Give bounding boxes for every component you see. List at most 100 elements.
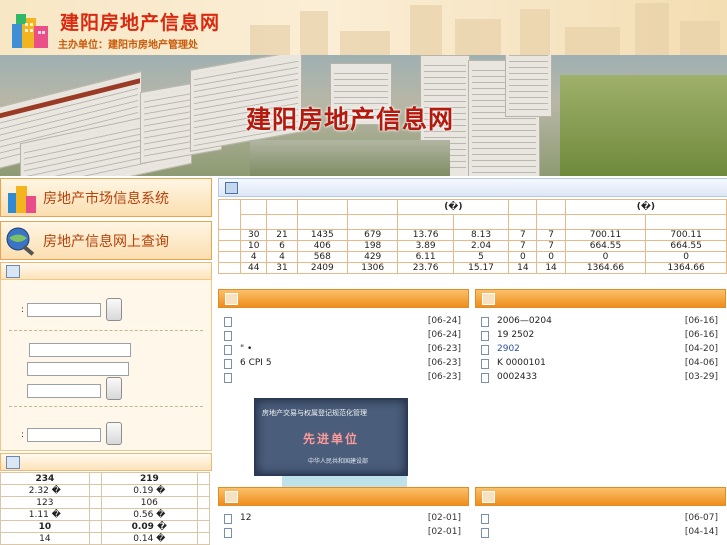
search-colon: : <box>21 305 25 315</box>
stats-value-cell: 429 <box>346 251 399 263</box>
sales-stats-table: (�) (�) 30 21 1435 679 13.76 8.13 7 7 700.11 700.… <box>217 199 727 274</box>
stats-panel-icon <box>6 456 20 469</box>
news-item[interactable]: [06-24] <box>218 329 467 342</box>
news-title[interactable]: 2006—0204 <box>497 316 552 326</box>
news-title[interactable]: 6 CPI 5 <box>240 358 272 368</box>
stats-data-row: 4 4 568 429 6.11 5 0 0 0 0 <box>217 251 727 263</box>
news-date: [06-23] <box>427 358 461 368</box>
stats-value-cell: 13.76 <box>397 229 454 241</box>
stats-value-cell: 7 <box>536 229 566 241</box>
search-panel-header <box>0 262 212 280</box>
stats-value-cell: 700.11 <box>645 229 727 241</box>
news-title[interactable]: " • <box>240 344 252 354</box>
stats-cell: 1.11 � <box>0 508 90 521</box>
stats-cell: 106 <box>100 496 199 509</box>
news-item[interactable]: [06-07] <box>475 512 724 525</box>
stats-value-cell: 1364.66 <box>645 262 727 274</box>
news-date: [06-07] <box>684 513 718 523</box>
news-icon <box>225 293 238 305</box>
document-icon <box>224 373 232 383</box>
stats-value-cell: 5 <box>452 251 510 263</box>
stats-value-cell: 7 <box>536 240 566 252</box>
document-icon <box>224 359 232 369</box>
search-button-1[interactable] <box>106 298 122 321</box>
divider <box>9 330 203 331</box>
stats-value-cell: 15.17 <box>452 262 510 274</box>
search-panel: : : <box>0 279 212 451</box>
news-icon <box>225 491 238 503</box>
news-item[interactable]: [06-23] <box>218 371 467 384</box>
news-date: [04-20] <box>684 344 718 354</box>
news-item[interactable]: " • [06-23] <box>218 343 467 356</box>
document-icon <box>481 317 489 327</box>
row-label-cell <box>217 240 242 252</box>
search-input-1[interactable] <box>27 303 101 317</box>
stats-cell <box>88 508 102 521</box>
document-icon <box>224 331 232 341</box>
stats-row: 2.32 � 0.19 � <box>0 484 210 497</box>
stats-value-cell: 44 <box>240 262 268 274</box>
plaque-line-2: 先进单位 <box>303 432 360 446</box>
search-input-2[interactable] <box>27 428 101 442</box>
stats-cell: 0.56 � <box>100 508 199 521</box>
news-panel-right-bottom-header <box>475 487 726 506</box>
row-label-cell <box>217 229 242 241</box>
stats-value-cell: 1306 <box>346 262 399 274</box>
area-unit-header: (�) <box>397 199 510 215</box>
stats-cell <box>197 508 210 521</box>
news-item[interactable]: 6 CPI 5 [06-23] <box>218 357 467 370</box>
news-item[interactable]: 19 2502 [06-16] <box>475 329 724 342</box>
stats-value-cell: 1364.66 <box>564 262 647 274</box>
news-date: [06-24] <box>427 316 461 326</box>
stats-value-cell: 1435 <box>296 229 349 241</box>
stats-row: 10 0.09 � <box>0 520 210 533</box>
document-icon <box>481 359 489 369</box>
news-title[interactable]: K 0000101 <box>497 358 546 368</box>
stats-value-cell: 8.13 <box>452 229 510 241</box>
stats-cell <box>197 472 210 485</box>
stats-cell <box>88 532 102 545</box>
stats-cell: 2.32 � <box>0 484 90 497</box>
news-icon <box>482 491 495 503</box>
market-system-label: 房地产市场信息系统 <box>43 190 169 207</box>
news-panel-right-bottom: [06-07] [04-14] <box>475 487 726 545</box>
document-icon <box>224 528 232 538</box>
news-date: [02-01] <box>427 513 461 523</box>
news-item[interactable]: K 0000101 [04-06] <box>475 357 724 370</box>
news-item[interactable]: 0002433 [03-29] <box>475 371 724 384</box>
query-field-3[interactable] <box>27 384 101 398</box>
stats-cell: 10 <box>0 520 90 533</box>
query-button[interactable] <box>106 377 122 400</box>
news-item[interactable]: 12 [02-01] <box>218 512 467 525</box>
stats-value-cell: 0 <box>564 251 647 263</box>
stats-data-row: 30 21 1435 679 13.76 8.13 7 7 700.11 700.11 <box>217 229 727 241</box>
news-title[interactable]: 0002433 <box>497 372 537 382</box>
stats-value-cell: 700.11 <box>564 229 647 241</box>
search-button-2[interactable] <box>106 422 122 445</box>
news-icon <box>482 293 495 305</box>
stats-panel-header <box>0 453 212 471</box>
news-item[interactable]: 2006—0204 [06-16] <box>475 315 724 328</box>
site-logo-icon <box>12 14 48 48</box>
news-item[interactable]: [04-14] <box>475 526 724 539</box>
stats-value-cell: 679 <box>346 229 399 241</box>
news-panel-left-header <box>218 289 469 308</box>
news-item[interactable]: [02-01] <box>218 526 467 539</box>
stats-value-cell: 6.11 <box>397 251 454 263</box>
query-field-2[interactable] <box>27 362 129 376</box>
stats-cell <box>197 520 210 533</box>
document-icon <box>224 317 232 327</box>
stats-cell <box>88 496 102 509</box>
news-title[interactable]: 19 2502 <box>497 330 534 340</box>
news-item[interactable]: [06-24] <box>218 315 467 328</box>
news-item[interactable]: 2902 [04-20] <box>475 343 724 356</box>
site-name: 建阳房地产信息网 <box>60 12 221 34</box>
online-query-button[interactable]: 房地产信息网上查询 <box>0 221 212 260</box>
stats-value-cell: 14 <box>536 262 566 274</box>
news-title[interactable]: 12 <box>240 513 251 523</box>
query-field-1[interactable] <box>29 343 131 357</box>
document-icon <box>224 514 232 524</box>
market-system-button[interactable]: 房地产市场信息系统 <box>0 178 212 217</box>
news-date: [06-16] <box>684 316 718 326</box>
news-title[interactable]: 2902 <box>497 344 520 354</box>
